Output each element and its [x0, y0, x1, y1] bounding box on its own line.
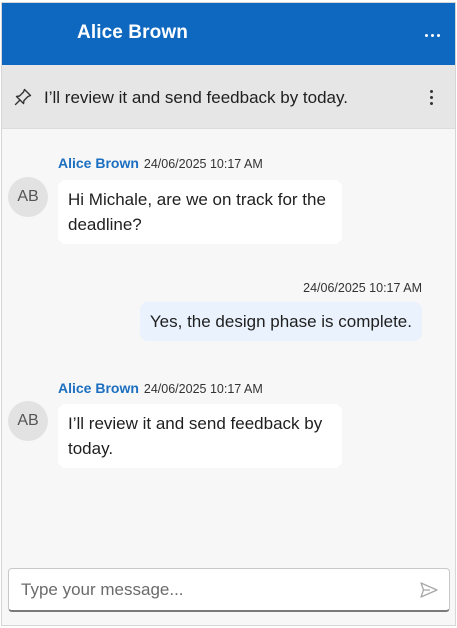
- message-list[interactable]: Alice Brown 24/06/2025 10:17 AM AB Hi Mic…: [2, 129, 455, 567]
- chat-header: Alice Brown: [2, 3, 455, 65]
- message-header: Alice Brown 24/06/2025 10:17 AM: [58, 155, 263, 171]
- pinned-more-button[interactable]: [423, 85, 439, 109]
- send-icon[interactable]: [419, 580, 439, 600]
- chat-window: Alice Brown I’ll review it and send feed…: [1, 2, 456, 626]
- message-time: 24/06/2025 10:17 AM: [143, 382, 263, 396]
- more-horizontal-icon: [424, 33, 440, 37]
- pinned-message-bar[interactable]: I’ll review it and send feedback by toda…: [2, 65, 455, 129]
- message-bubble: Hi Michale, are we on track for the dead…: [58, 180, 342, 244]
- sender-name: Alice Brown: [58, 380, 139, 396]
- avatar: AB: [8, 177, 48, 217]
- own-message-bubble: Yes, the design phase is complete.: [139, 302, 422, 341]
- header-more-button[interactable]: [419, 22, 445, 48]
- message-bubble: I’ll review it and send feedback by toda…: [58, 404, 342, 468]
- message-time: 24/06/2025 10:17 AM: [143, 157, 263, 171]
- pin-icon: [14, 88, 32, 106]
- more-vertical-icon: [429, 89, 433, 93]
- message-header: Alice Brown 24/06/2025 10:17 AM: [58, 380, 263, 396]
- avatar: AB: [8, 401, 48, 441]
- sender-name: Alice Brown: [58, 155, 139, 171]
- message-time: 24/06/2025 10:17 AM: [303, 281, 422, 295]
- pinned-message-text: I’ll review it and send feedback by toda…: [44, 88, 348, 107]
- message-composer: [8, 568, 450, 612]
- chat-title: Alice Brown: [77, 22, 188, 43]
- message-input[interactable]: [21, 569, 401, 611]
